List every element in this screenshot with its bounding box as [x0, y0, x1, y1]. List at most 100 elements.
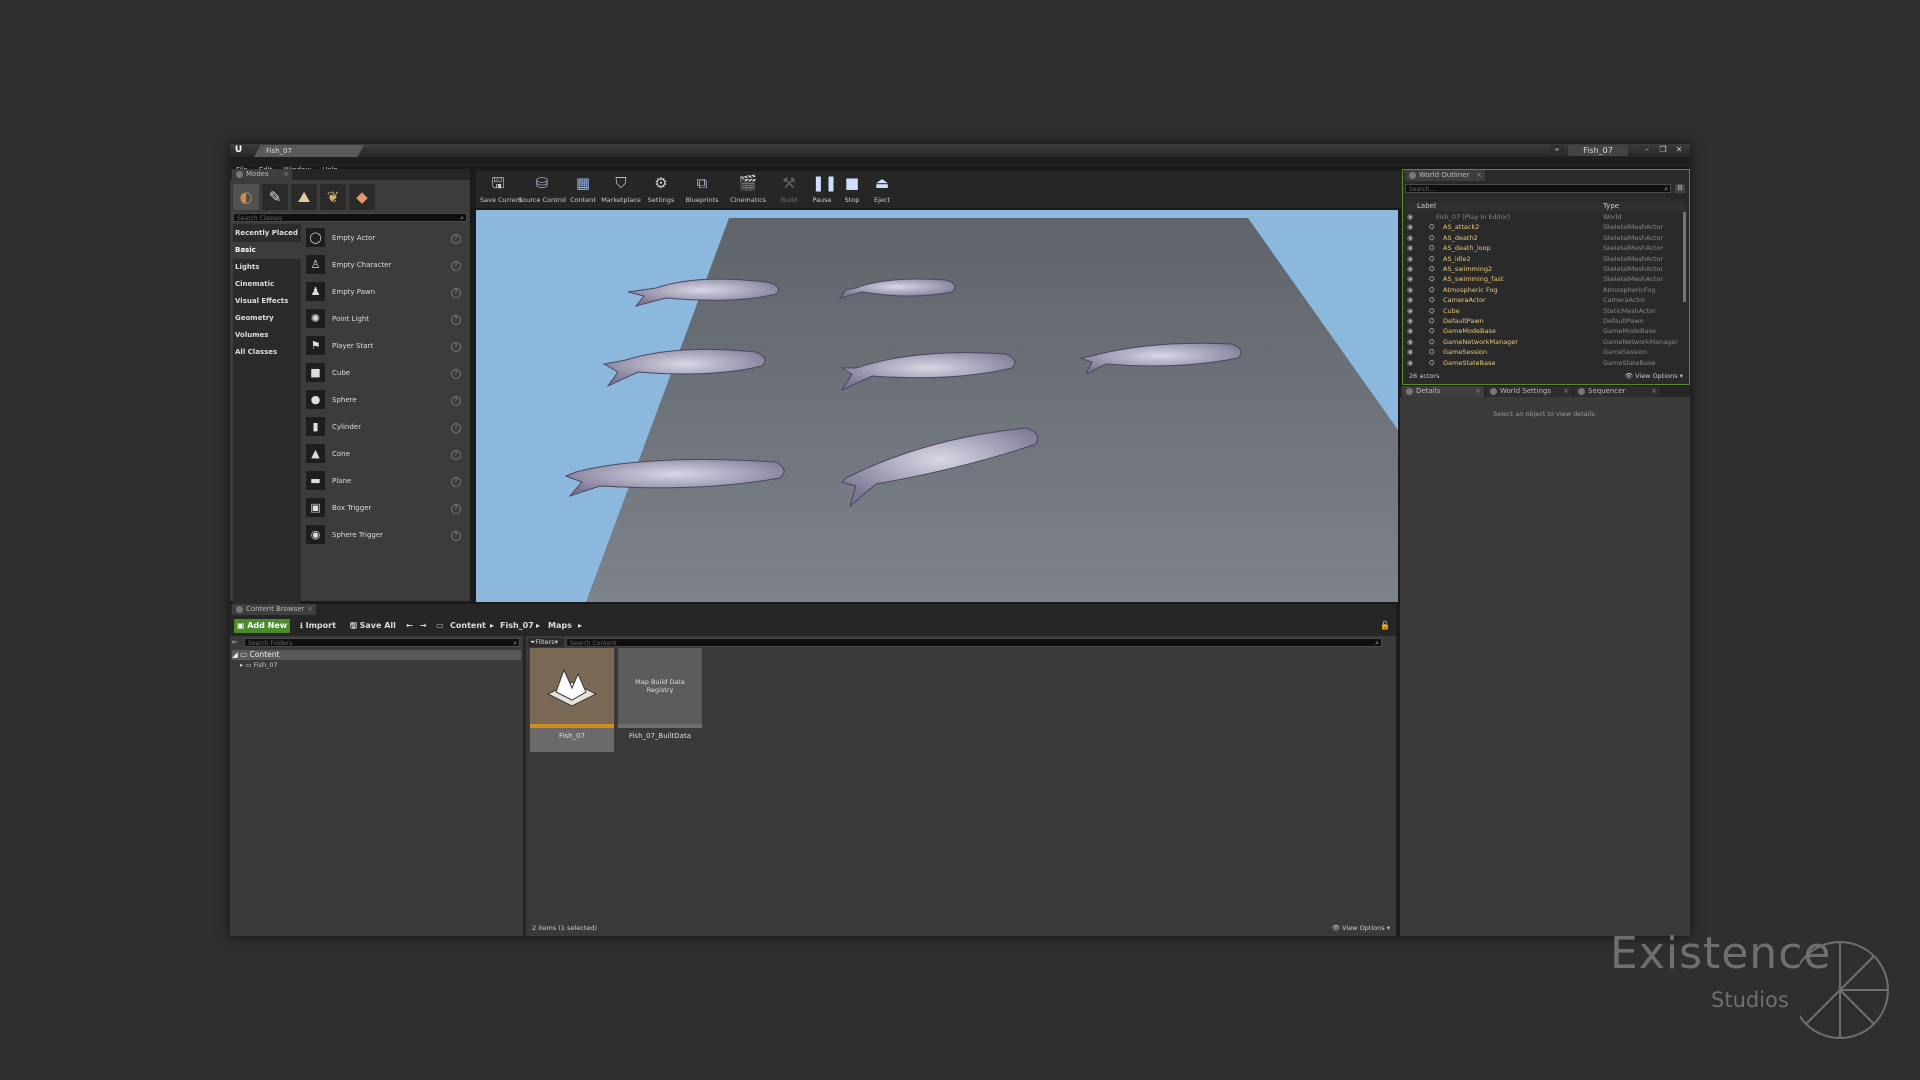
marketplace-button[interactable]: ⛉ Marketplace [600, 171, 642, 208]
category-volumes[interactable]: Volumes [233, 327, 301, 344]
placeable-item-cylinder[interactable]: ▮ Cylinder? [304, 414, 466, 441]
outliner-row[interactable]: ◉ ⛭ AS_death_loop SkeletalMeshActor [1405, 243, 1683, 253]
asset-tile-builtdata[interactable]: Map Build Data Registry Fish_07_BuiltDat… [618, 648, 702, 752]
close-icon[interactable]: ✕ [1672, 145, 1686, 155]
breadcrumb-separator-icon[interactable]: ▸ [490, 619, 494, 633]
tree-item-fish07[interactable]: ▸ ▭ Fish_07 [240, 660, 440, 670]
help-icon[interactable]: ? [451, 234, 461, 244]
outliner-row[interactable]: ◉ ⛭ AS_swimming_fast SkeletalMeshActor [1405, 274, 1683, 284]
close-icon[interactable]: × [1476, 170, 1482, 181]
visibility-eye-icon[interactable]: ◉ [1407, 264, 1413, 274]
maximize-icon[interactable]: ❐ [1656, 145, 1670, 155]
outliner-row[interactable]: ◉ Fish_07 (Play In Editor) World [1405, 212, 1683, 222]
tab-modes[interactable]: Modes × [232, 169, 292, 180]
history-forward-icon[interactable]: → [420, 619, 427, 633]
category-recently-placed[interactable]: Recently Placed [233, 225, 301, 242]
placeable-item-empty-character[interactable]: ♙ Empty Character? [304, 252, 466, 279]
visibility-eye-icon[interactable]: ◉ [1407, 233, 1413, 243]
outliner-row[interactable]: ◉ ⛭ AS_death2 SkeletalMeshActor [1405, 233, 1683, 243]
outliner-scrollbar[interactable] [1683, 212, 1686, 302]
landscape-mode-icon[interactable]: ⛰ [291, 184, 317, 210]
outliner-row[interactable]: ◉ ⛭ AS_attack2 SkeletalMeshActor [1405, 222, 1683, 232]
category-cinematic[interactable]: Cinematic [233, 276, 301, 293]
blueprints-button[interactable]: ⧉ Blueprints [680, 171, 724, 208]
placeable-item-cone[interactable]: ▲ Cone? [304, 441, 466, 468]
visibility-eye-icon[interactable]: ◉ [1407, 316, 1413, 326]
tab-sequencer[interactable]: Sequencer × [1574, 386, 1660, 397]
help-icon[interactable]: ? [451, 531, 461, 541]
place-mode-icon[interactable]: ◐ [233, 184, 259, 210]
history-back-icon[interactable]: ← [406, 619, 413, 633]
breadcrumb-content[interactable]: Content [450, 619, 486, 633]
view-options-button[interactable]: 👁 View Options ▾ [1625, 371, 1683, 381]
lock-icon[interactable]: 🔓 [1380, 619, 1390, 633]
close-icon[interactable]: × [307, 604, 313, 615]
help-icon[interactable]: ? [451, 315, 461, 325]
placeable-item-cube[interactable]: ■ Cube? [304, 360, 466, 387]
breadcrumb-separator-icon[interactable]: ▸ [536, 619, 540, 633]
help-icon[interactable]: ? [451, 450, 461, 460]
add-new-button[interactable]: ▣ Add New ▾ [234, 619, 290, 644]
breadcrumb-fish07[interactable]: Fish_07 [500, 619, 534, 633]
tree-item-content[interactable]: ◢ ▭ Content [232, 650, 521, 660]
import-button[interactable]: ⭳ Import [300, 619, 336, 633]
content-button[interactable]: ▦ Content [568, 171, 598, 208]
foliage-mode-icon[interactable]: ❦ [320, 184, 346, 210]
category-visual-effects[interactable]: Visual Effects [233, 293, 301, 310]
folder-search-input[interactable]: Search Folders ⌕ [244, 638, 520, 647]
help-icon[interactable]: ? [451, 477, 461, 487]
category-geometry[interactable]: Geometry [233, 310, 301, 327]
category-basic[interactable]: Basic [233, 242, 301, 259]
asset-tile-fish07[interactable]: Fish_07 [530, 648, 614, 752]
visibility-eye-icon[interactable]: ◉ [1407, 243, 1413, 253]
visibility-eye-icon[interactable]: ◉ [1407, 306, 1413, 316]
outliner-row[interactable]: ◉ ⛭ Atmospheric Fog AtmosphericFog [1405, 285, 1683, 295]
outliner-row[interactable]: ◉ ⛭ GameStateBase GameStateBase [1405, 358, 1683, 368]
visibility-eye-icon[interactable]: ◉ [1407, 212, 1413, 222]
outliner-settings-icon[interactable]: ⚙ [1675, 184, 1685, 193]
visibility-eye-icon[interactable]: ◉ [1407, 222, 1413, 232]
source-control-button[interactable]: ⛁ Source Control [518, 171, 566, 208]
visibility-eye-icon[interactable]: ◉ [1407, 326, 1413, 336]
visibility-eye-icon[interactable]: ◉ [1407, 347, 1413, 357]
outliner-row[interactable]: ◉ ⛭ GameModeBase GameModeBase [1405, 326, 1683, 336]
placeable-item-empty-actor[interactable]: ◯ Empty Actor? [304, 225, 466, 252]
help-icon[interactable]: ? [451, 504, 461, 514]
placeable-item-plane[interactable]: ▬ Plane? [304, 468, 466, 495]
stop-button[interactable]: ■ Stop [838, 171, 866, 208]
category-all-classes[interactable]: All Classes [233, 344, 301, 361]
visibility-eye-icon[interactable]: ◉ [1407, 337, 1413, 347]
placeable-item-player-start[interactable]: ⚑ Player Start? [304, 333, 466, 360]
outliner-row[interactable]: ◉ ⛭ GameNetworkManager GameNetworkManager [1405, 337, 1683, 347]
breadcrumb-maps[interactable]: Maps [548, 619, 572, 633]
outliner-row[interactable]: ◉ ⛭ AS_idle2 SkeletalMeshActor [1405, 254, 1683, 264]
column-label[interactable]: Label [1417, 202, 1436, 211]
help-icon[interactable]: ? [451, 261, 461, 271]
outliner-row[interactable]: ◉ ⛭ CameraActor CameraActor [1405, 295, 1683, 305]
filters-button[interactable]: ⏷Filters▾ [528, 638, 564, 647]
paint-mode-icon[interactable]: ✎ [262, 184, 288, 210]
placeable-item-box-trigger[interactable]: ▣ Box Trigger? [304, 495, 466, 522]
save-current-button[interactable]: 🖫 Save Current [480, 171, 522, 208]
level-viewport[interactable] [476, 210, 1398, 602]
pause-button[interactable]: ❚❚ Pause [808, 171, 837, 208]
help-icon[interactable]: ? [451, 423, 461, 433]
collapse-sources-icon[interactable]: ⇤ [232, 638, 241, 647]
source-control-status-icon[interactable]: ⚭ [1550, 145, 1564, 156]
build-button[interactable]: ⚒ Build [772, 171, 806, 208]
close-icon[interactable]: × [1651, 386, 1657, 397]
outliner-row[interactable]: ◉ ⛭ Cube StaticMeshActor [1405, 306, 1683, 316]
cinematics-button[interactable]: 🎬 Cinematics [726, 171, 770, 208]
level-tab[interactable]: Fish_07 [254, 145, 364, 157]
help-icon[interactable]: ? [451, 369, 461, 379]
visibility-eye-icon[interactable]: ◉ [1407, 295, 1413, 305]
placeable-item-sphere[interactable]: ● Sphere? [304, 387, 466, 414]
settings-button[interactable]: ⚙ Settings [644, 171, 678, 208]
breadcrumb-separator-icon[interactable]: ▸ [578, 619, 582, 633]
close-icon[interactable]: × [283, 169, 289, 180]
column-type[interactable]: Type [1603, 202, 1619, 211]
visibility-eye-icon[interactable]: ◉ [1407, 274, 1413, 284]
tab-details[interactable]: Details × [1402, 386, 1484, 397]
class-search-input[interactable]: Search Classes ⌕ [233, 213, 467, 222]
outliner-search-input[interactable]: Search... ⌕ [1405, 184, 1671, 193]
